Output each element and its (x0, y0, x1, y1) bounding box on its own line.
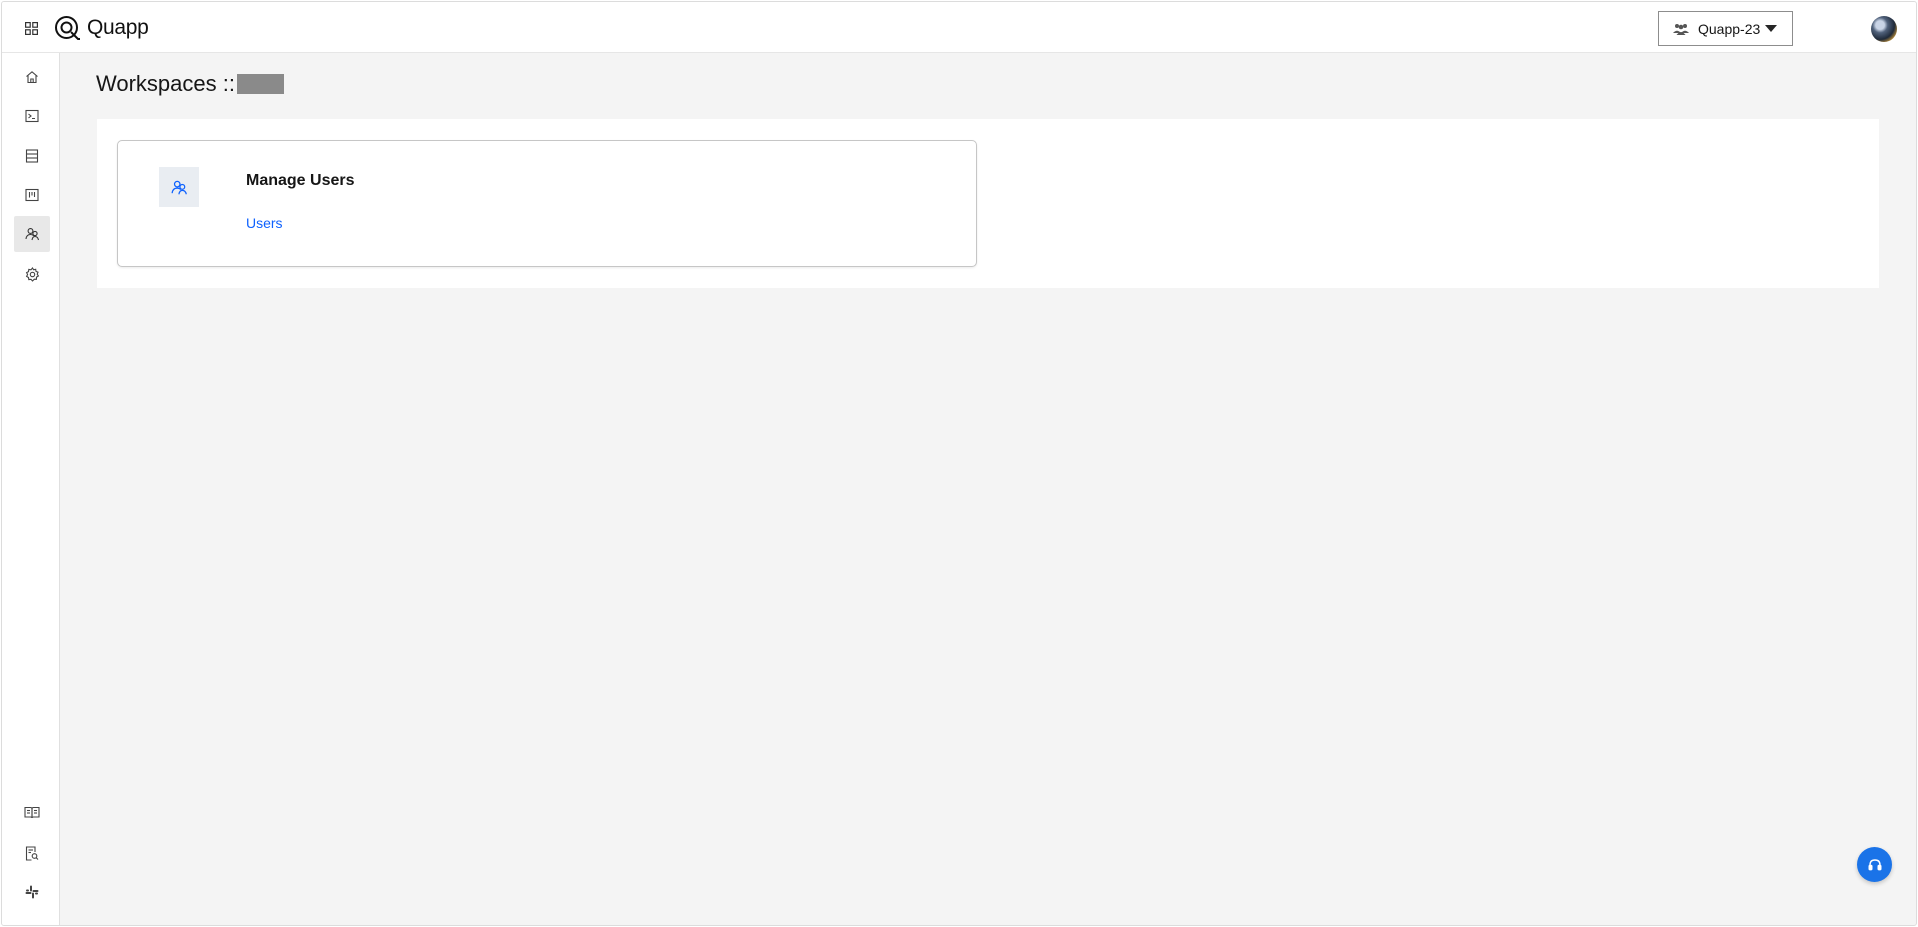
chevron-down-icon (1765, 25, 1777, 32)
manage-users-card: Manage Users Users (117, 140, 977, 267)
main-content: Workspaces :: Manage Users Users (61, 53, 1916, 925)
document-search-icon (25, 845, 39, 861)
nav-docs[interactable] (14, 794, 50, 830)
workspace-selector-label: Quapp-23 (1698, 20, 1761, 37)
app-name: Quapp (87, 16, 149, 39)
redacted-workspace-name (236, 74, 284, 94)
home-icon (26, 71, 38, 84)
nav-database[interactable] (14, 138, 50, 174)
quapp-logo-icon (55, 15, 80, 40)
help-button[interactable] (1857, 847, 1892, 882)
nav-board[interactable] (14, 177, 50, 213)
grid-icon (24, 21, 38, 35)
page-header: Workspaces :: (96, 71, 284, 97)
database-icon (25, 149, 39, 163)
nav-slack[interactable] (14, 874, 50, 910)
users-icon (171, 180, 187, 194)
side-nav (2, 53, 60, 925)
group-icon (1673, 23, 1689, 35)
terminal-icon (25, 109, 39, 123)
slack-icon (25, 885, 39, 899)
app-switcher-button[interactable] (22, 19, 40, 37)
nav-settings[interactable] (14, 256, 50, 292)
users-link[interactable]: Users (246, 215, 283, 231)
book-icon (24, 806, 40, 818)
nav-users[interactable] (14, 216, 50, 252)
workspace-selector[interactable]: Quapp-23 (1658, 11, 1793, 46)
app-frame: Quapp Quapp-23 Workspaces:: Manage User… (1, 1, 1917, 926)
app-logo[interactable]: Quapp (54, 15, 149, 41)
page-title: Workspaces :: (96, 71, 235, 96)
board-icon (25, 188, 39, 202)
settings-icon (25, 266, 39, 282)
user-avatar[interactable] (1871, 16, 1897, 42)
nav-home[interactable] (14, 59, 50, 95)
top-bar: Quapp Quapp-23 (2, 2, 1916, 53)
card-icon-container (159, 167, 199, 207)
nav-terminal[interactable] (14, 98, 50, 134)
card-title: Manage Users (246, 172, 355, 189)
cards-panel: Manage Users Users (97, 119, 1879, 288)
nav-search-docs[interactable] (14, 835, 50, 871)
users-icon (24, 228, 39, 241)
headset-icon (1868, 858, 1881, 870)
